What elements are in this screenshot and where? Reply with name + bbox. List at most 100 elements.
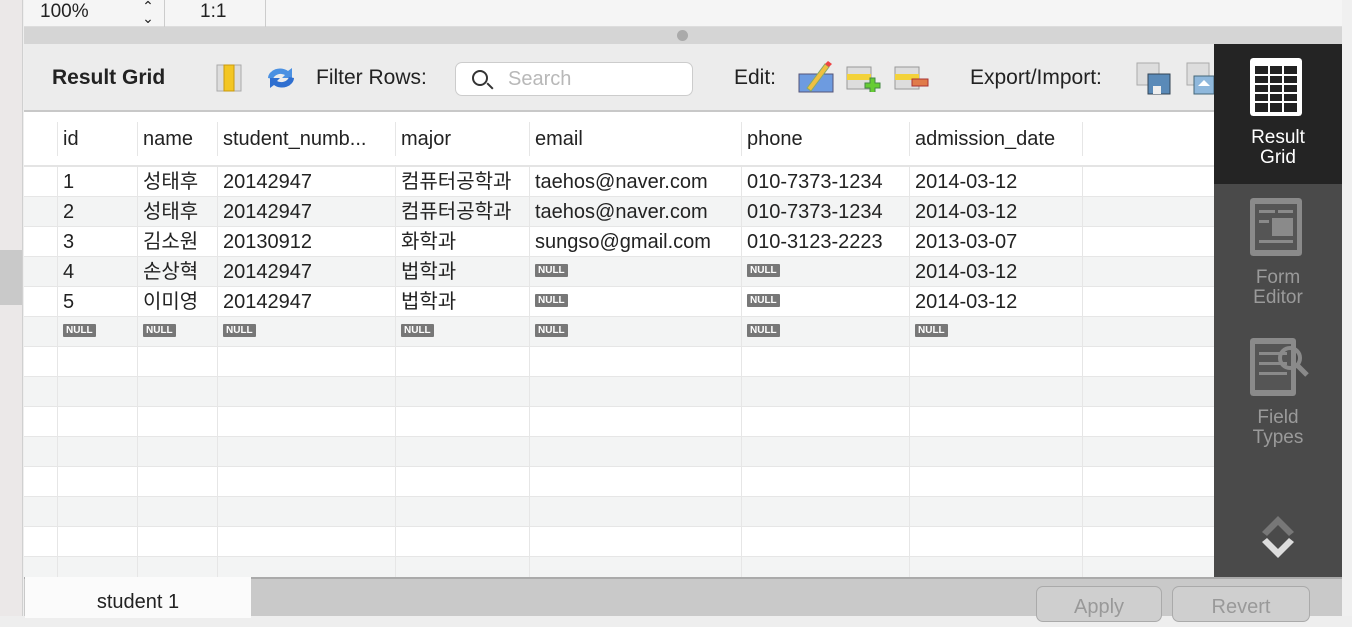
table-cell-email[interactable] <box>529 527 741 557</box>
table-cell-admissiondate[interactable] <box>909 377 1083 407</box>
table-cell-name[interactable] <box>137 407 217 437</box>
table-cell-name[interactable] <box>137 377 217 407</box>
table-cell-email[interactable] <box>529 437 741 467</box>
table-cell-id[interactable] <box>57 347 137 377</box>
table-cell-major[interactable]: 화학과 <box>395 227 529 257</box>
table-cell-phone[interactable] <box>741 467 909 497</box>
table-cell-phone[interactable]: 010-7373-1234 <box>741 167 909 197</box>
table-row[interactable]: 5 이미영 20142947 법학과 NULL NULL 2014-03-12 <box>24 287 1214 317</box>
table-cell-phone[interactable]: NULL <box>741 287 909 317</box>
table-cell-studentnumb[interactable] <box>217 557 395 577</box>
table-cell-studentnumb[interactable] <box>217 407 395 437</box>
table-cell-studentnumb[interactable]: 20142947 <box>217 287 395 317</box>
table-cell-major[interactable]: 법학과 <box>395 257 529 287</box>
zoom-stepper-icon[interactable]: ⌃ ⌄ <box>139 0 157 25</box>
table-cell-email[interactable]: sungso@gmail.com <box>529 227 741 257</box>
table-cell-email[interactable] <box>529 407 741 437</box>
table-cell-id[interactable] <box>57 497 137 527</box>
table-cell-studentnumb[interactable] <box>217 467 395 497</box>
import-icon[interactable] <box>1186 62 1214 96</box>
table-cell-id[interactable]: 3 <box>57 227 137 257</box>
table-cell-studentnumb[interactable]: 20142947 <box>217 197 395 227</box>
delete-row-icon[interactable] <box>894 66 930 92</box>
table-cell-email[interactable]: NULL <box>529 257 741 287</box>
table-cell-name[interactable] <box>137 437 217 467</box>
table-cell-studentnumb[interactable] <box>217 377 395 407</box>
table-cell-admissiondate[interactable]: NULL <box>909 317 1083 347</box>
table-cell-phone[interactable] <box>741 437 909 467</box>
table-cell-name[interactable]: NULL <box>137 317 217 347</box>
table-cell-name[interactable]: 성태후 <box>137 197 217 227</box>
table-cell-admissiondate[interactable] <box>909 467 1083 497</box>
table-cell-name[interactable] <box>137 497 217 527</box>
table-cell-phone[interactable] <box>741 347 909 377</box>
table-row[interactable]: NULL NULL NULL NULL NULL NULL NULL <box>24 317 1214 347</box>
table-cell-name[interactable]: 성태후 <box>137 167 217 197</box>
table-cell-admissiondate[interactable]: 2013-03-07 <box>909 227 1083 257</box>
table-cell-admissiondate[interactable]: 2014-03-12 <box>909 287 1083 317</box>
sidebar-scroll-arrows-icon[interactable] <box>1258 510 1298 568</box>
table-cell-id[interactable]: 5 <box>57 287 137 317</box>
table-cell-major[interactable]: 컴퓨터공학과 <box>395 197 529 227</box>
table-cell-major[interactable] <box>395 557 529 577</box>
table-cell-phone[interactable] <box>741 407 909 437</box>
table-cell-phone[interactable]: 010-7373-1234 <box>741 197 909 227</box>
table-cell-admissiondate[interactable] <box>909 407 1083 437</box>
table-row[interactable] <box>24 347 1214 377</box>
table-cell-major[interactable]: NULL <box>395 317 529 347</box>
table-cell-admissiondate[interactable] <box>909 497 1083 527</box>
edit-pencil-icon[interactable] <box>797 60 835 94</box>
column-header-phone[interactable]: phone <box>741 122 909 156</box>
table-cell-studentnumb[interactable]: 20130912 <box>217 227 395 257</box>
table-cell-phone[interactable] <box>741 557 909 577</box>
table-row[interactable] <box>24 497 1214 527</box>
table-row[interactable] <box>24 377 1214 407</box>
table-row[interactable] <box>24 437 1214 467</box>
table-row[interactable]: 2 성태후 20142947 컴퓨터공학과 taehos@naver.com 010-73… <box>24 197 1214 227</box>
table-cell-id[interactable] <box>57 437 137 467</box>
column-header-admission-date[interactable]: admission_date <box>909 122 1083 156</box>
table-row[interactable]: 1 성태후 20142947 컴퓨터공학과 taehos@naver.com 010-73… <box>24 167 1214 197</box>
table-cell-id[interactable]: 1 <box>57 167 137 197</box>
table-cell-name[interactable]: 김소원 <box>137 227 217 257</box>
table-cell-name[interactable] <box>137 347 217 377</box>
table-cell-admissiondate[interactable] <box>909 437 1083 467</box>
column-header-id[interactable]: id <box>57 122 137 156</box>
table-cell-email[interactable]: taehos@naver.com <box>529 167 741 197</box>
sidebar-result-grid[interactable]: Result Grid <box>1214 44 1342 184</box>
table-cell-name[interactable]: 손상혁 <box>137 257 217 287</box>
table-cell-admissiondate[interactable]: 2014-03-12 <box>909 167 1083 197</box>
table-row[interactable]: 3 김소원 20130912 화학과 sungso@gmail.com 010-3123-… <box>24 227 1214 257</box>
table-cell-major[interactable] <box>395 497 529 527</box>
column-header-email[interactable]: email <box>529 122 741 156</box>
column-header-major[interactable]: major <box>395 122 529 156</box>
table-cell-admissiondate[interactable]: 2014-03-12 <box>909 197 1083 227</box>
table-cell-email[interactable] <box>529 497 741 527</box>
table-cell-major[interactable] <box>395 407 529 437</box>
revert-button[interactable]: Revert <box>1172 586 1310 622</box>
scrollbar-thumb[interactable] <box>0 250 22 305</box>
table-row[interactable] <box>24 557 1214 577</box>
splitter-handle[interactable] <box>24 27 1342 44</box>
table-cell-id[interactable] <box>57 557 137 577</box>
table-cell-studentnumb[interactable] <box>217 527 395 557</box>
sidebar-field-types[interactable]: Field Types <box>1214 324 1342 464</box>
table-cell-id[interactable] <box>57 467 137 497</box>
apply-button[interactable]: Apply <box>1036 586 1162 622</box>
table-cell-studentnumb[interactable]: 20142947 <box>217 167 395 197</box>
table-cell-major[interactable] <box>395 467 529 497</box>
table-cell-studentnumb[interactable] <box>217 347 395 377</box>
table-cell-admissiondate[interactable] <box>909 527 1083 557</box>
table-cell-admissiondate[interactable] <box>909 557 1083 577</box>
table-cell-email[interactable] <box>529 557 741 577</box>
table-cell-phone[interactable]: NULL <box>741 257 909 287</box>
table-cell-phone[interactable] <box>741 377 909 407</box>
table-cell-email[interactable] <box>529 467 741 497</box>
table-cell-studentnumb[interactable]: 20142947 <box>217 257 395 287</box>
column-header-name[interactable]: name <box>137 122 217 156</box>
table-row[interactable]: 4 손상혁 20142947 법학과 NULL NULL 2014-03-12 <box>24 257 1214 287</box>
filter-search-input[interactable]: Search <box>455 62 693 96</box>
table-row[interactable] <box>24 407 1214 437</box>
zoom-ratio-button[interactable]: 1:1 <box>200 1 226 23</box>
table-cell-studentnumb[interactable]: NULL <box>217 317 395 347</box>
